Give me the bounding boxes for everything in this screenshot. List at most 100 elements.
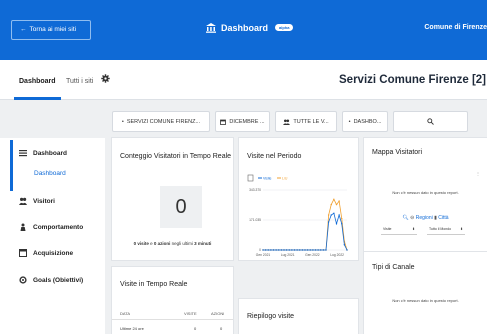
realtime-visits-card: Visite in Tempo Reale DATA VISITE AZIONI… bbox=[112, 267, 233, 334]
sidebar-item-visitori[interactable]: Visitori bbox=[19, 197, 55, 205]
data-point[interactable] bbox=[346, 249, 348, 251]
brand-title: Dashboard bbox=[221, 22, 269, 33]
tab-dashboard[interactable]: Dashboard bbox=[19, 78, 56, 85]
data-point[interactable] bbox=[330, 203, 332, 206]
chevron-down-icon: ⬍ bbox=[460, 227, 463, 231]
legend-other[interactable]: L/U bbox=[282, 177, 288, 181]
calendar-icon bbox=[220, 119, 227, 125]
data-point[interactable] bbox=[333, 212, 335, 215]
table-row-actions: 0 bbox=[220, 326, 223, 331]
card-title: Mappa Visitatori bbox=[372, 149, 423, 156]
visitor-count: 0 bbox=[160, 186, 202, 228]
data-point[interactable] bbox=[314, 249, 317, 251]
cities-link[interactable]: Città bbox=[438, 215, 448, 221]
menu-icon bbox=[19, 150, 27, 157]
data-point[interactable] bbox=[312, 249, 314, 251]
regions-link[interactable]: Regioni bbox=[416, 215, 433, 221]
sidebar-item-label: Comportamento bbox=[33, 223, 84, 231]
sidebar-item-dashboard[interactable]: Dashboard bbox=[19, 149, 67, 157]
data-point[interactable] bbox=[270, 249, 272, 251]
table-row-visits: 0 bbox=[194, 326, 197, 331]
data-point[interactable] bbox=[280, 249, 283, 251]
search-button[interactable] bbox=[393, 111, 468, 132]
sidebar-item-comportamento[interactable]: Comportamento bbox=[19, 223, 83, 231]
x-tick-label: Lug 2022 bbox=[330, 253, 344, 257]
sidebar-subitem-dashboard[interactable]: Dashboard bbox=[34, 170, 66, 177]
region-select-value: Tutto il Mondo bbox=[429, 227, 452, 231]
data-point[interactable] bbox=[299, 249, 301, 251]
data-point[interactable] bbox=[335, 203, 338, 206]
minutes-text: 3 minuti bbox=[194, 241, 212, 246]
col-header-actions: AZIONI bbox=[211, 311, 225, 316]
data-point[interactable] bbox=[278, 249, 280, 251]
zoom-out-icon[interactable]: ⊖ bbox=[410, 215, 414, 221]
sidebar-item-acquisizione[interactable]: Acquisizione bbox=[19, 249, 73, 257]
data-point[interactable] bbox=[320, 249, 322, 251]
segment-filter[interactable]: TUTTE LE V... bbox=[275, 111, 337, 132]
users-icon bbox=[19, 197, 27, 205]
data-point[interactable] bbox=[304, 249, 306, 251]
gear-icon[interactable] bbox=[101, 74, 110, 83]
visits-summary-card: Riepilogo visite bbox=[239, 299, 358, 334]
data-point[interactable] bbox=[283, 249, 285, 251]
data-point[interactable] bbox=[325, 249, 327, 251]
data-point[interactable] bbox=[322, 249, 325, 251]
active-tab-indicator bbox=[14, 97, 61, 100]
chart-type-icon[interactable] bbox=[247, 174, 254, 182]
data-point[interactable] bbox=[262, 249, 264, 251]
data-point[interactable] bbox=[285, 249, 288, 251]
metric-select[interactable]: Visite ⬍ bbox=[381, 227, 417, 235]
card-title: Visite in Tempo Reale bbox=[120, 281, 188, 288]
site-name[interactable]: Comune di Firenze bbox=[424, 24, 487, 31]
data-point[interactable] bbox=[288, 249, 290, 251]
data-point[interactable] bbox=[327, 214, 330, 216]
visits-joiner: negli ultimi bbox=[170, 241, 195, 246]
tab-all-sites[interactable]: Tutti i siti bbox=[66, 78, 93, 85]
visits-count-text: 0 visite bbox=[133, 241, 149, 246]
data-point[interactable] bbox=[317, 249, 319, 251]
data-point[interactable] bbox=[267, 249, 269, 251]
region-select[interactable]: Tutto il Mondo ⬍ bbox=[427, 227, 465, 235]
data-point[interactable] bbox=[296, 249, 298, 251]
data-point[interactable] bbox=[275, 249, 277, 251]
sidebar-item-label: Visitori bbox=[33, 197, 55, 205]
more-icon[interactable]: ⋮ bbox=[476, 171, 480, 176]
arrow-left-icon: ← bbox=[20, 26, 27, 33]
data-point[interactable] bbox=[338, 214, 340, 216]
data-point[interactable] bbox=[301, 249, 304, 251]
selected-indicator bbox=[10, 140, 13, 191]
filter-bar: • SERVIZI COMUNE FIRENZ... DICEMBRE ... T… bbox=[112, 111, 468, 132]
no-data-message: Non c'è nessun dato in questo report. bbox=[392, 298, 459, 303]
legend-visits[interactable]: Visite bbox=[263, 177, 272, 181]
data-point[interactable] bbox=[309, 249, 311, 251]
site-filter[interactable]: • SERVIZI COMUNE FIRENZ... bbox=[112, 111, 210, 132]
data-point[interactable] bbox=[341, 217, 343, 220]
sidebar-item-goals[interactable]: Goals (Obiettivi) bbox=[19, 276, 83, 284]
back-to-sites-button[interactable]: ← Torna ai miei siti bbox=[11, 20, 91, 40]
period-visits-card: Visite nel Periodo Visite L/U 343.370 171… bbox=[239, 138, 358, 260]
data-point[interactable] bbox=[335, 223, 338, 225]
metric-select-value: Visite bbox=[383, 227, 392, 231]
data-point[interactable] bbox=[338, 200, 340, 202]
data-point[interactable] bbox=[306, 249, 309, 251]
data-point[interactable] bbox=[264, 249, 267, 251]
data-point[interactable] bbox=[330, 214, 332, 216]
visits-summary: 0 visite e 0 azioni negli ultimi 3 minut… bbox=[112, 241, 233, 246]
date-filter[interactable]: DICEMBRE ... bbox=[215, 111, 270, 132]
chevron-down-icon: ⬍ bbox=[412, 227, 415, 231]
dashboard-filter[interactable]: • DASHBO... bbox=[342, 111, 388, 132]
data-point[interactable] bbox=[291, 249, 293, 251]
data-point[interactable] bbox=[343, 244, 346, 246]
data-point[interactable] bbox=[327, 221, 330, 223]
data-point[interactable] bbox=[341, 223, 343, 225]
data-point[interactable] bbox=[293, 249, 296, 251]
pointer-icon bbox=[20, 223, 26, 231]
sidebar-item-label: Goals (Obiettivi) bbox=[33, 276, 84, 284]
zoom-icon[interactable]: 🔍︎ bbox=[402, 215, 408, 221]
data-point[interactable] bbox=[333, 198, 335, 201]
data-point[interactable] bbox=[272, 249, 275, 251]
card-title: Riepilogo visite bbox=[247, 313, 295, 320]
map-zoom-links: 🔍︎ ⊖ Regioni ▮ Città bbox=[364, 215, 487, 221]
sidebar-item-label: Acquisizione bbox=[33, 249, 74, 257]
card-title: Conteggio Visitatori in Tempo Reale bbox=[120, 153, 232, 160]
